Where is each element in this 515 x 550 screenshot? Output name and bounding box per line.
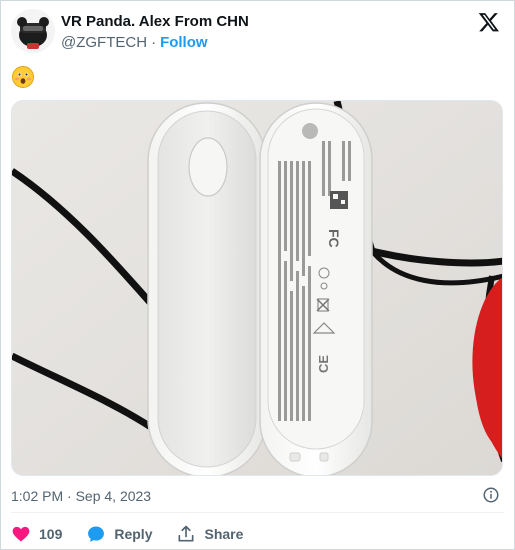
heart-icon: [12, 526, 30, 542]
svg-text:FC: FC: [326, 229, 342, 248]
follow-button[interactable]: Follow: [160, 34, 208, 51]
reply-label: Reply: [114, 526, 153, 542]
action-bar: 109 Reply Share: [11, 523, 267, 545]
tweet-photo[interactable]: FC CE: [11, 100, 503, 476]
author-handle[interactable]: @ZGFTECH: [61, 34, 147, 51]
handle-row: @ZGFTECH · Follow: [61, 34, 208, 51]
author-name[interactable]: VR Panda. Alex From CHN: [61, 13, 249, 30]
share-icon: [178, 525, 194, 542]
x-logo-icon[interactable]: [478, 11, 500, 33]
like-count: 109: [39, 526, 63, 542]
tweet-timestamp[interactable]: 1:02 PM · Sep 4, 2023: [11, 488, 151, 504]
share-button[interactable]: Share: [176, 524, 243, 544]
tweet-header: VR Panda. Alex From CHN @ZGFTECH · Follow: [11, 7, 506, 59]
like-button[interactable]: 109: [11, 524, 62, 544]
reply-button[interactable]: Reply: [86, 524, 152, 544]
reply-icon: [88, 526, 105, 542]
info-icon[interactable]: [482, 486, 500, 504]
separator-dot: ·: [151, 34, 157, 51]
astonished-face-icon: [12, 66, 34, 88]
photo-quest-controller-battery-covers: FC CE: [12, 101, 502, 475]
share-label: Share: [204, 526, 244, 542]
svg-text:CE: CE: [316, 355, 331, 373]
avatar-panda-icon: [11, 9, 55, 53]
divider: [11, 512, 504, 513]
avatar[interactable]: [11, 9, 55, 53]
tweet-text: [11, 65, 35, 89]
tweet-card: VR Panda. Alex From CHN @ZGFTECH · Follow: [0, 0, 515, 550]
